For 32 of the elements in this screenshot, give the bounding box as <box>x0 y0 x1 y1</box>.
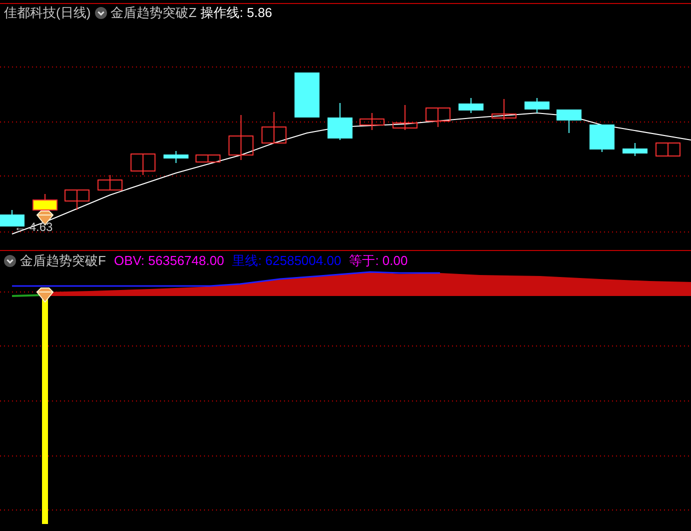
candlestick <box>294 72 320 118</box>
price-label: ← 4.63 <box>14 221 53 233</box>
candlestick <box>360 112 384 130</box>
candlestick <box>32 194 58 212</box>
candlestick <box>64 190 90 210</box>
indicator-readout: 等于: 0.00 <box>349 252 408 270</box>
chevron-down-icon[interactable] <box>94 7 107 19</box>
candlestick <box>556 110 582 134</box>
indicator-readout: OBV: 56356748.00 <box>114 252 224 270</box>
candlestick <box>328 102 352 140</box>
candlestick <box>0 210 24 226</box>
candlestick <box>426 108 450 128</box>
indicator-name: 金盾趋势突破Z <box>110 4 197 22</box>
indicator-readout: 操作线: 5.86 <box>200 4 272 22</box>
candlestick <box>656 142 680 156</box>
candlestick <box>228 114 254 160</box>
chevron-down-icon[interactable] <box>4 254 16 266</box>
candlestick <box>392 104 418 130</box>
candlestick <box>130 154 156 176</box>
candlestick <box>98 174 122 190</box>
candlestick <box>590 124 614 152</box>
indicator-name: 金盾趋势突破F <box>20 252 106 270</box>
candlestick <box>524 98 550 114</box>
candlestick <box>164 150 188 164</box>
diamond-icon <box>36 288 54 303</box>
candlestick <box>262 112 286 144</box>
stock-title: 佳都科技(日线) <box>4 4 91 22</box>
candlestick <box>458 98 484 114</box>
candlestick <box>622 142 648 156</box>
candlestick <box>196 154 220 162</box>
candlestick <box>492 98 516 120</box>
indicator-readout: 里线: 62585004.00 <box>232 252 342 270</box>
